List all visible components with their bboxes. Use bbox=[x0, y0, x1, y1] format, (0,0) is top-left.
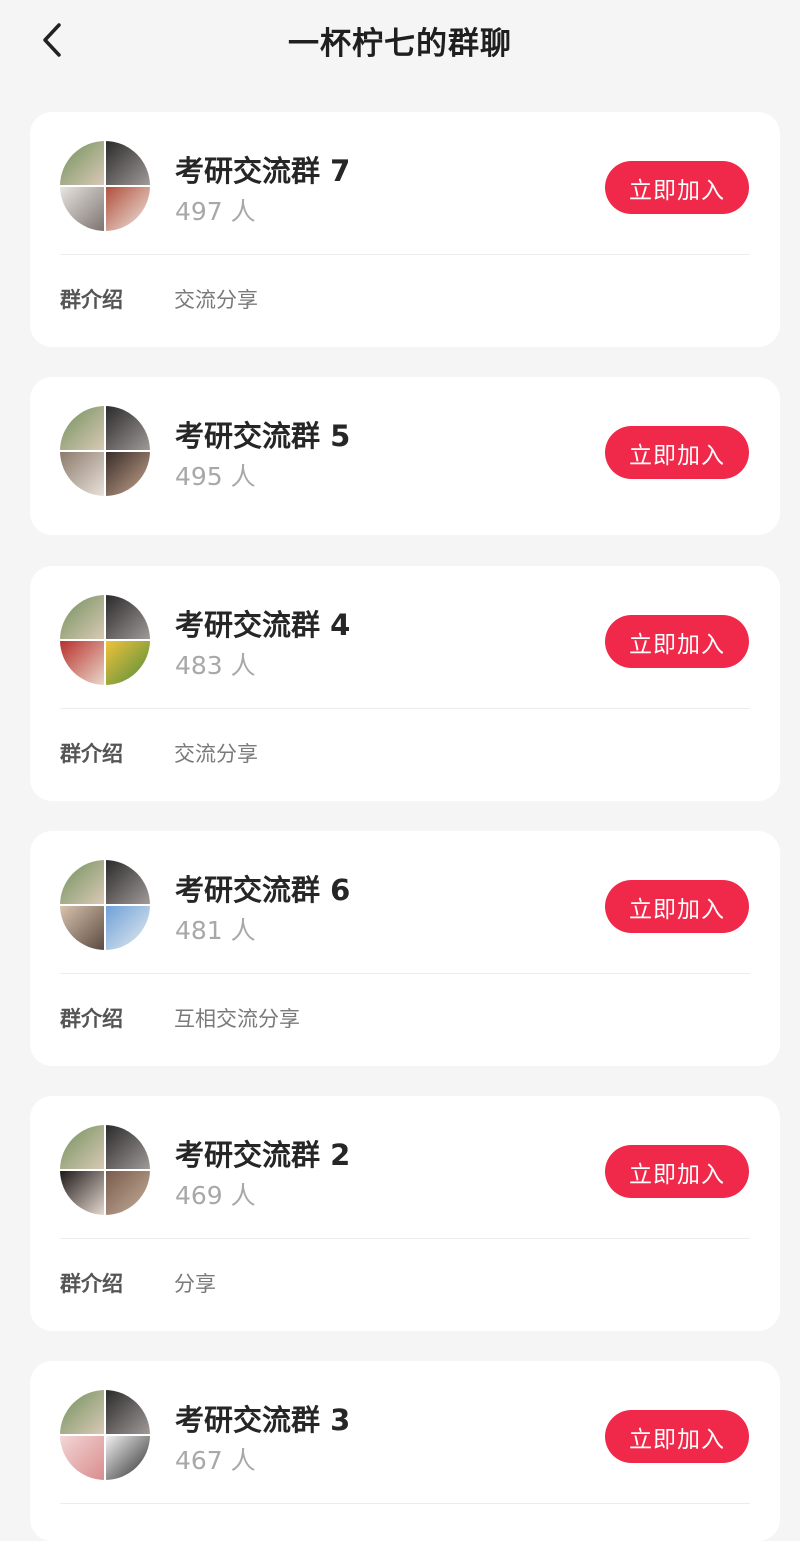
page-title: 一杯柠七的群聊 bbox=[288, 26, 512, 62]
group-name: 考研交流群 4 bbox=[175, 608, 351, 642]
group-name: 考研交流群 6 bbox=[175, 873, 351, 907]
intro-label: 群介绍 bbox=[60, 1272, 123, 1296]
group-intro: 群介绍 互相交流分享 bbox=[60, 1003, 750, 1033]
divider bbox=[60, 973, 750, 974]
group-card: 考研交流群 6 481 人 立即加入 群介绍 互相交流分享 bbox=[30, 831, 780, 1066]
group-intro: 群介绍 分享 bbox=[60, 1268, 750, 1298]
divider bbox=[60, 254, 750, 255]
member-count: 481 人 bbox=[175, 916, 256, 945]
join-button[interactable]: 立即加入 bbox=[605, 880, 749, 933]
group-card: 考研交流群 4 483 人 立即加入 群介绍 交流分享 bbox=[30, 566, 780, 801]
group-avatar bbox=[60, 1125, 150, 1215]
intro-label: 群介绍 bbox=[60, 742, 123, 766]
divider bbox=[60, 1503, 750, 1504]
group-avatar bbox=[60, 595, 150, 685]
member-count: 467 人 bbox=[175, 1446, 256, 1475]
join-button[interactable]: 立即加入 bbox=[605, 426, 749, 479]
divider bbox=[60, 708, 750, 709]
intro-label: 群介绍 bbox=[60, 288, 123, 312]
group-card: 考研交流群 3 467 人 立即加入 bbox=[30, 1361, 780, 1541]
intro-label: 群介绍 bbox=[60, 1007, 123, 1031]
join-button[interactable]: 立即加入 bbox=[605, 1145, 749, 1198]
intro-text: 交流分享 bbox=[174, 742, 258, 766]
group-intro: 群介绍 交流分享 bbox=[60, 284, 750, 314]
member-count: 495 人 bbox=[175, 462, 256, 491]
nav-bar: 一杯柠七的群聊 bbox=[0, 0, 800, 85]
group-name: 考研交流群 7 bbox=[175, 154, 351, 188]
join-button[interactable]: 立即加入 bbox=[605, 615, 749, 668]
intro-text: 分享 bbox=[174, 1272, 216, 1296]
join-button[interactable]: 立即加入 bbox=[605, 161, 749, 214]
group-card: 考研交流群 7 497 人 立即加入 群介绍 交流分享 bbox=[30, 112, 780, 347]
join-button[interactable]: 立即加入 bbox=[605, 1410, 749, 1463]
group-card: 考研交流群 5 495 人 立即加入 bbox=[30, 377, 780, 535]
member-count: 497 人 bbox=[175, 197, 256, 226]
group-name: 考研交流群 5 bbox=[175, 419, 351, 453]
group-name: 考研交流群 2 bbox=[175, 1138, 351, 1172]
group-intro: 群介绍 交流分享 bbox=[60, 738, 750, 768]
group-avatar bbox=[60, 406, 150, 496]
intro-text: 互相交流分享 bbox=[174, 1007, 300, 1031]
intro-text: 交流分享 bbox=[174, 288, 258, 312]
group-avatar bbox=[60, 1390, 150, 1480]
member-count: 483 人 bbox=[175, 651, 256, 680]
group-name: 考研交流群 3 bbox=[175, 1403, 351, 1437]
member-count: 469 人 bbox=[175, 1181, 256, 1210]
divider bbox=[60, 1238, 750, 1239]
group-avatar bbox=[60, 141, 150, 231]
group-card: 考研交流群 2 469 人 立即加入 群介绍 分享 bbox=[30, 1096, 780, 1331]
group-avatar bbox=[60, 860, 150, 950]
